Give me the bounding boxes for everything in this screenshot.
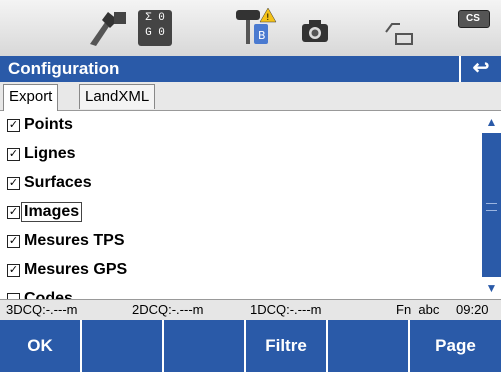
list-item[interactable]: ✓ Mesures GPS: [0, 256, 482, 284]
list-item[interactable]: ✓ Mesures TPS: [0, 227, 482, 255]
function-key-bar: OK Filtre Page: [0, 320, 501, 372]
page-button[interactable]: Page: [410, 320, 501, 372]
title-bar: Configuration ↩: [0, 56, 501, 82]
counter-icon[interactable]: Σ 0 G 0: [138, 10, 172, 46]
svg-text:B: B: [258, 29, 266, 42]
list-item[interactable]: ✓ Surfaces: [0, 169, 482, 197]
dcq1-readout: 1DCQ:-.---m: [250, 302, 322, 317]
ok-button[interactable]: OK: [0, 320, 82, 372]
cs-controller-icon[interactable]: CS: [458, 10, 490, 28]
item-label: Lignes: [24, 145, 76, 162]
item-label: Surfaces: [24, 174, 92, 191]
input-mode: Fn abc: [396, 302, 440, 317]
clock: 09:20: [456, 302, 489, 317]
list-item[interactable]: ✓ Points: [0, 111, 482, 139]
item-label: Mesures TPS: [24, 232, 125, 249]
counter-top: Σ 0: [145, 12, 165, 24]
tab-bar: Export LandXML: [0, 82, 501, 111]
svg-text:!: !: [266, 13, 270, 23]
tab-export[interactable]: Export: [3, 84, 59, 111]
item-label: Points: [24, 116, 73, 133]
checkbox-mesures-gps[interactable]: ✓: [7, 264, 20, 277]
fkey-5[interactable]: [328, 320, 410, 372]
item-label: Images: [20, 202, 83, 222]
checkbox-images[interactable]: ✓: [7, 206, 20, 219]
checkbox-points[interactable]: ✓: [7, 119, 20, 132]
camera-icon[interactable]: [300, 16, 330, 46]
list-item[interactable]: ✓ Lignes: [0, 140, 482, 168]
filter-button[interactable]: Filtre: [246, 320, 328, 372]
checkbox-lignes[interactable]: ✓: [7, 148, 20, 161]
export-options-list: ✓ Points ✓ Lignes ✓ Surfaces ✓ Images ✓ …: [0, 111, 482, 307]
dcq3-readout: 3DCQ:-.---m: [6, 302, 78, 317]
page-title: Configuration: [8, 59, 120, 78]
fkey-3[interactable]: [164, 320, 246, 372]
item-label: Mesures GPS: [24, 261, 128, 278]
scroll-up-icon[interactable]: ▲: [482, 111, 501, 133]
scroll-down-icon[interactable]: ▼: [482, 277, 501, 299]
quality-info-bar: 3DCQ:-.---m 2DCQ:-.---m 1DCQ:-.---m Fn a…: [0, 299, 501, 320]
prism-target-icon[interactable]: [86, 8, 130, 48]
fkey-2[interactable]: [82, 320, 164, 372]
status-bar: Σ 0 G 0 B ! CS: [0, 0, 501, 56]
checkbox-mesures-tps[interactable]: ✓: [7, 235, 20, 248]
tab-landxml[interactable]: LandXML: [79, 84, 156, 109]
dcq2-readout: 2DCQ:-.---m: [132, 302, 204, 317]
gnss-bluetooth-warning-icon[interactable]: B !: [232, 6, 278, 48]
cs-label: CS: [466, 13, 480, 24]
counter-bottom: G 0: [145, 27, 165, 39]
scrollbar[interactable]: ▲ ▼: [482, 111, 501, 299]
scroll-grip[interactable]: [486, 203, 497, 211]
back-button[interactable]: ↩: [459, 56, 501, 82]
list-item[interactable]: ✓ Images: [0, 198, 482, 226]
line-tool-icon[interactable]: [382, 18, 416, 48]
checkbox-surfaces[interactable]: ✓: [7, 177, 20, 190]
